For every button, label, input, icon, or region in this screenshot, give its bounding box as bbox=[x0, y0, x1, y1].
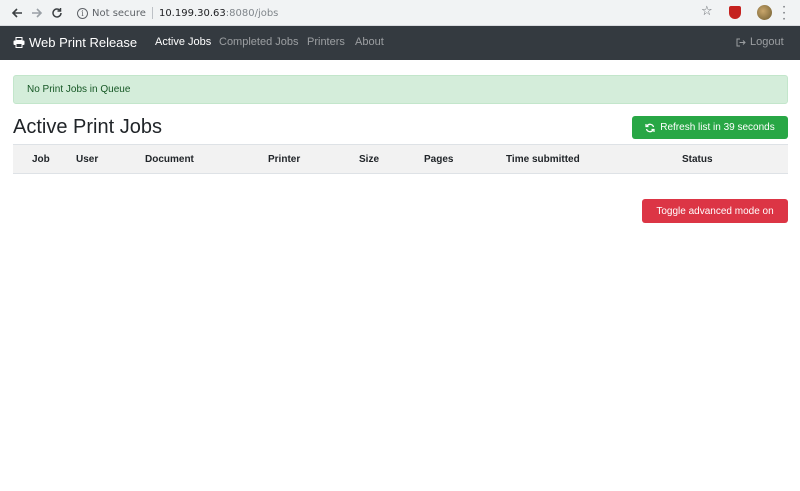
printer-icon bbox=[13, 37, 25, 48]
toggle-advanced-mode-button[interactable]: Toggle advanced mode on bbox=[642, 199, 788, 223]
brand-link[interactable]: Web Print Release bbox=[13, 35, 137, 50]
nav-about[interactable]: About bbox=[355, 36, 384, 48]
column-printer: Printer bbox=[268, 154, 301, 165]
extension-icon[interactable] bbox=[729, 6, 741, 19]
info-icon[interactable]: i bbox=[77, 7, 88, 19]
security-label: Not secure bbox=[92, 7, 146, 19]
url-divider bbox=[151, 7, 153, 19]
logout-label: Logout bbox=[750, 36, 784, 48]
brand-title: Web Print Release bbox=[29, 35, 138, 50]
arrow-left-icon[interactable] bbox=[7, 3, 27, 23]
refresh-icon bbox=[645, 123, 655, 132]
app-navbar: Web Print Release Active Jobs Completed … bbox=[0, 26, 800, 60]
address-bar[interactable]: i Not secure 10.199.30.63:8080/jobs bbox=[72, 3, 722, 23]
sign-out-icon bbox=[736, 38, 746, 46]
column-status: Status bbox=[682, 154, 713, 165]
column-pages: Pages bbox=[424, 154, 454, 165]
nav-completed-jobs[interactable]: Completed Jobs bbox=[219, 36, 299, 48]
star-icon[interactable]: ☆ bbox=[701, 4, 713, 19]
empty-queue-alert: No Print Jobs in Queue bbox=[13, 75, 788, 104]
refresh-button-label: Refresh list in 39 seconds bbox=[660, 122, 775, 133]
avatar[interactable] bbox=[757, 5, 772, 20]
column-job: Job bbox=[32, 154, 50, 165]
column-size: Size bbox=[359, 154, 380, 165]
page-title: Active Print Jobs bbox=[13, 116, 162, 138]
nav-printers[interactable]: Printers bbox=[307, 36, 345, 48]
column-document: Document bbox=[145, 154, 194, 165]
jobs-table-header: Job User Document Printer Size Pages Tim… bbox=[13, 144, 788, 174]
column-user: User bbox=[76, 154, 99, 165]
kebab-menu-icon[interactable]: · · · bbox=[781, 1, 787, 25]
browser-toolbar: i Not secure 10.199.30.63:8080/jobs ☆ · ·… bbox=[0, 0, 800, 26]
logout-link[interactable]: Logout bbox=[736, 36, 784, 48]
nav-active-jobs[interactable]: Active Jobs bbox=[155, 36, 211, 48]
refresh-button[interactable]: Refresh list in 39 seconds bbox=[632, 116, 788, 139]
reload-icon[interactable] bbox=[47, 3, 67, 23]
column-time-submitted: Time submitted bbox=[506, 154, 580, 165]
url-path: :8080/jobs bbox=[225, 7, 279, 19]
arrow-right-icon[interactable] bbox=[27, 3, 47, 23]
url-host: 10.199.30.63 bbox=[158, 7, 226, 19]
